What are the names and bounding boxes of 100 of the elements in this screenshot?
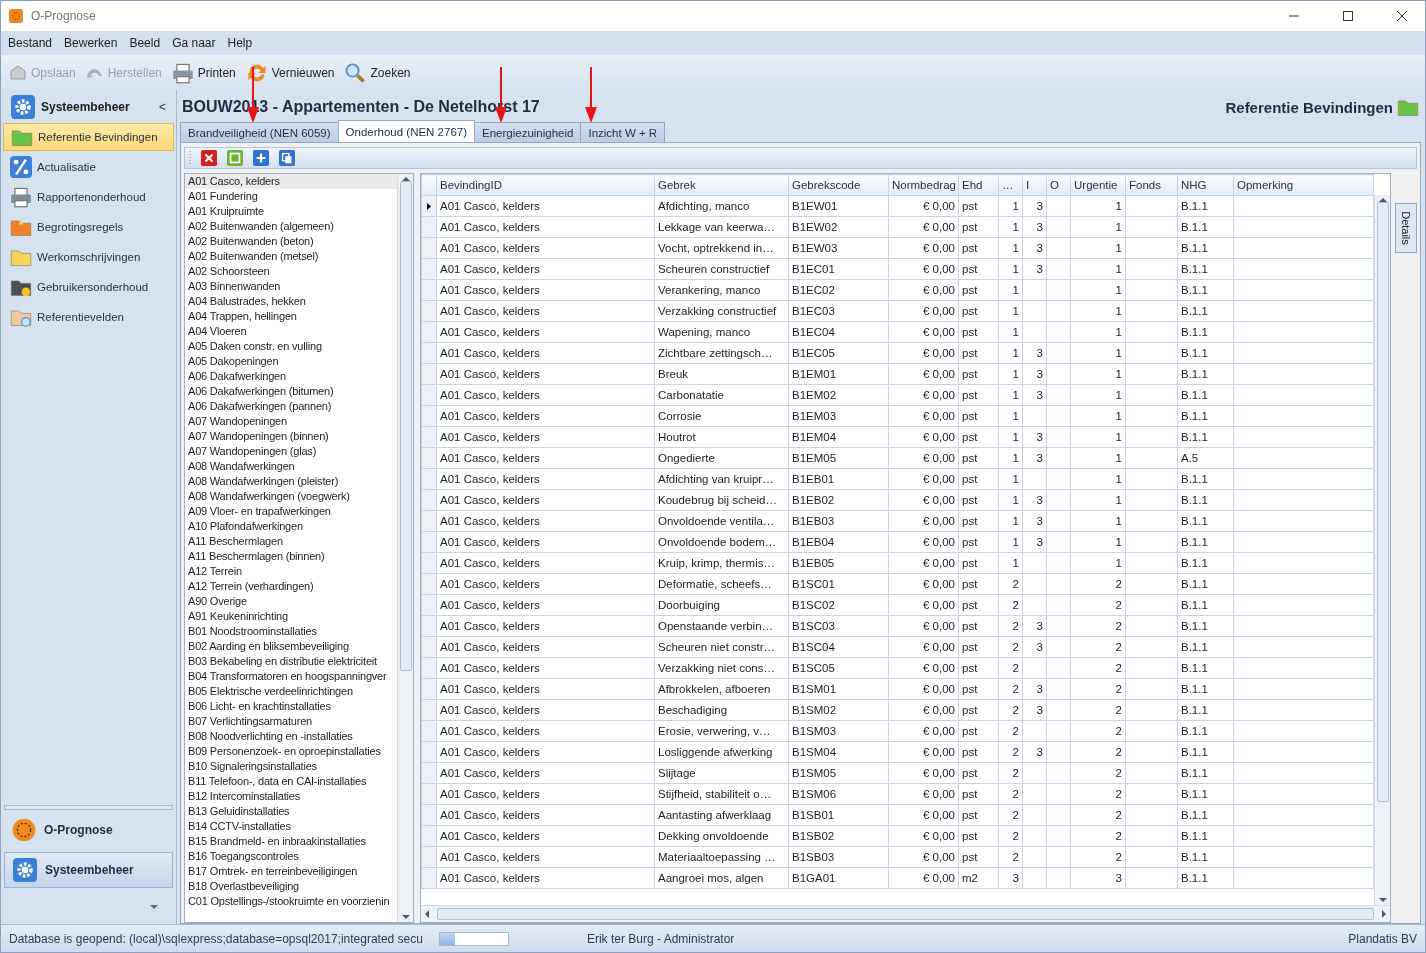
scroll-down-icon[interactable]: [401, 915, 410, 919]
list-item[interactable]: A02 Buitenwanden (beton): [185, 234, 397, 249]
scroll-down-icon[interactable]: [1378, 898, 1387, 902]
list-item[interactable]: B01 Noodstroominstallaties: [185, 624, 397, 639]
row-header[interactable]: [421, 195, 437, 217]
close-icon[interactable]: [1397, 11, 1407, 21]
list-item[interactable]: B17 Omtrek- en terreinbeveiligingen: [185, 864, 397, 879]
horizontal-scrollbar[interactable]: [421, 905, 1390, 922]
list-item[interactable]: B03 Bekabeling en distributie elektriciteit: [185, 654, 397, 669]
list-item[interactable]: A09 Vloer- en trapafwerkingen: [185, 504, 397, 519]
list-item[interactable]: A08 Wandafwerkingen: [185, 459, 397, 474]
column-header[interactable]: NHG: [1177, 174, 1234, 196]
printer-icon[interactable]: [171, 61, 194, 84]
list-item[interactable]: A07 Wandopeningen (binnen): [185, 429, 397, 444]
add-icon[interactable]: [253, 150, 269, 166]
list-item[interactable]: A04 Trappen, hellingen: [185, 309, 397, 324]
list-item[interactable]: B07 Verlichtingsarmaturen: [185, 714, 397, 729]
scroll-left-icon[interactable]: [425, 910, 429, 918]
list-item[interactable]: B05 Elektrische verdeelinrichtingen: [185, 684, 397, 699]
list-item[interactable]: B16 Toegangscontroles: [185, 849, 397, 864]
scrollbar[interactable]: [397, 174, 413, 922]
module-button[interactable]: O-Prognose: [4, 812, 173, 848]
list-item[interactable]: A04 Vloeren: [185, 324, 397, 339]
nav-item[interactable]: Begrotingsregels: [3, 213, 174, 241]
nav-item[interactable]: Werkomschrijvingen: [3, 243, 174, 271]
list-item[interactable]: B11 Telefoon-, data en CAI-installaties: [185, 774, 397, 789]
window-icon[interactable]: [227, 150, 243, 166]
module-button[interactable]: Systeembeheer: [4, 852, 173, 888]
nav-item[interactable]: Actualisatie: [3, 153, 174, 181]
list-item[interactable]: C01 Opstellings-/stookruimte en voorzienin: [185, 894, 397, 909]
column-header[interactable]: …: [998, 174, 1023, 196]
list-item[interactable]: A04 Balustrades, hekken: [185, 294, 397, 309]
list-item[interactable]: A07 Wandopeningen: [185, 414, 397, 429]
list-item[interactable]: A10 Plafondafwerkingen: [185, 519, 397, 534]
list-item[interactable]: B12 Intercominstallaties: [185, 789, 397, 804]
list-item[interactable]: A01 Fundering: [185, 189, 397, 204]
list-item[interactable]: A07 Wandopeningen (glas): [185, 444, 397, 459]
copy-icon[interactable]: [279, 150, 295, 166]
column-header[interactable]: O: [1046, 174, 1071, 196]
column-header[interactable]: BevindingID: [436, 174, 655, 196]
scroll-right-icon[interactable]: [1382, 910, 1386, 918]
list-item[interactable]: B09 Personenzoek- en oproepinstallaties: [185, 744, 397, 759]
list-item[interactable]: A01 Casco, kelders: [185, 174, 397, 189]
list-item[interactable]: A03 Binnenwanden: [185, 279, 397, 294]
column-header[interactable]: Opmerking: [1233, 174, 1374, 196]
list-item[interactable]: A12 Terrein (verhardingen): [185, 579, 397, 594]
list-item[interactable]: A06 Dakafwerkingen (bitumen): [185, 384, 397, 399]
list-item[interactable]: B18 Overlastbeveiliging: [185, 879, 397, 894]
tab[interactable]: Energiezuinigheid: [474, 122, 582, 142]
menu-item[interactable]: Bewerken: [64, 36, 118, 50]
toolbar-button[interactable]: Vernieuwen: [245, 61, 335, 84]
list-item[interactable]: B15 Brandmeld- en inbraakinstallaties: [185, 834, 397, 849]
list-item[interactable]: A02 Buitenwanden (metsel): [185, 249, 397, 264]
list-item[interactable]: A05 Dakopeningen: [185, 354, 397, 369]
list-item[interactable]: A11 Beschermlagen (binnen): [185, 549, 397, 564]
column-header[interactable]: Urgentie: [1070, 174, 1126, 196]
tab[interactable]: Inzicht W + R: [580, 122, 666, 142]
column-header[interactable]: Gebrekscode: [788, 174, 889, 196]
nav-item[interactable]: Referentievelden: [3, 303, 174, 331]
list-item[interactable]: A01 Kruipruimte: [185, 204, 397, 219]
list-item[interactable]: B10 Signaleringsinstallaties: [185, 759, 397, 774]
list-item[interactable]: A05 Daken constr. en vulling: [185, 339, 397, 354]
list-item[interactable]: B14 CCTV-installaties: [185, 819, 397, 834]
column-header[interactable]: Ehd: [958, 174, 999, 196]
nav-item[interactable]: Referentie Bevindingen: [3, 123, 174, 151]
list-item[interactable]: A06 Dakafwerkingen: [185, 369, 397, 384]
list-item[interactable]: B02 Aarding en bliksembeveiliging: [185, 639, 397, 654]
maximize-icon[interactable]: [1343, 11, 1353, 21]
list-item[interactable]: A11 Beschermlagen: [185, 534, 397, 549]
menu-item[interactable]: Bestand: [8, 36, 53, 50]
tab[interactable]: Onderhoud (NEN 2767): [337, 120, 476, 142]
toolbar-button[interactable]: Zoeken: [344, 61, 411, 84]
column-header[interactable]: Fonds: [1125, 174, 1178, 196]
list-item[interactable]: B13 Geluidinstallaties: [185, 804, 397, 819]
list-item[interactable]: A02 Schoorsteen: [185, 264, 397, 279]
nav-item[interactable]: Gebruikersonderhoud: [3, 273, 174, 301]
menu-item[interactable]: Help: [227, 36, 253, 50]
list-item[interactable]: B06 Licht- en krachtinstallaties: [185, 699, 397, 714]
list-item[interactable]: A02 Buitenwanden (algemeen): [185, 219, 397, 234]
list-item[interactable]: A06 Dakafwerkingen (pannen): [185, 399, 397, 414]
details-tab[interactable]: Details: [1395, 203, 1417, 253]
menu-item[interactable]: Ga naar: [172, 36, 216, 50]
column-header[interactable]: Normbedrag: [888, 174, 959, 196]
list-item[interactable]: A08 Wandafwerkingen (pleister): [185, 474, 397, 489]
list-item[interactable]: A12 Terrein: [185, 564, 397, 579]
scrollbar[interactable]: [1374, 195, 1390, 905]
dropdown-caret-icon[interactable]: [150, 905, 158, 909]
list-item[interactable]: B04 Transformatoren en hoogspanningver: [185, 669, 397, 684]
column-header[interactable]: I: [1022, 174, 1047, 196]
collapse-button[interactable]: <: [159, 100, 166, 114]
list-item[interactable]: A90 Overige: [185, 594, 397, 609]
column-header[interactable]: Gebrek: [654, 174, 789, 196]
menu-item[interactable]: Beeld: [129, 36, 161, 50]
search-icon[interactable]: [344, 61, 367, 84]
list-item[interactable]: A08 Wandafwerkingen (voegwerk): [185, 489, 397, 504]
nav-item[interactable]: Rapportenonderhoud: [3, 183, 174, 211]
delete-icon[interactable]: [201, 150, 217, 166]
list-item[interactable]: B08 Noodverlichting en -installaties: [185, 729, 397, 744]
toolbar-button[interactable]: Printen: [171, 61, 236, 84]
tab[interactable]: Brandveiligheid (NEN 6059): [180, 122, 339, 142]
